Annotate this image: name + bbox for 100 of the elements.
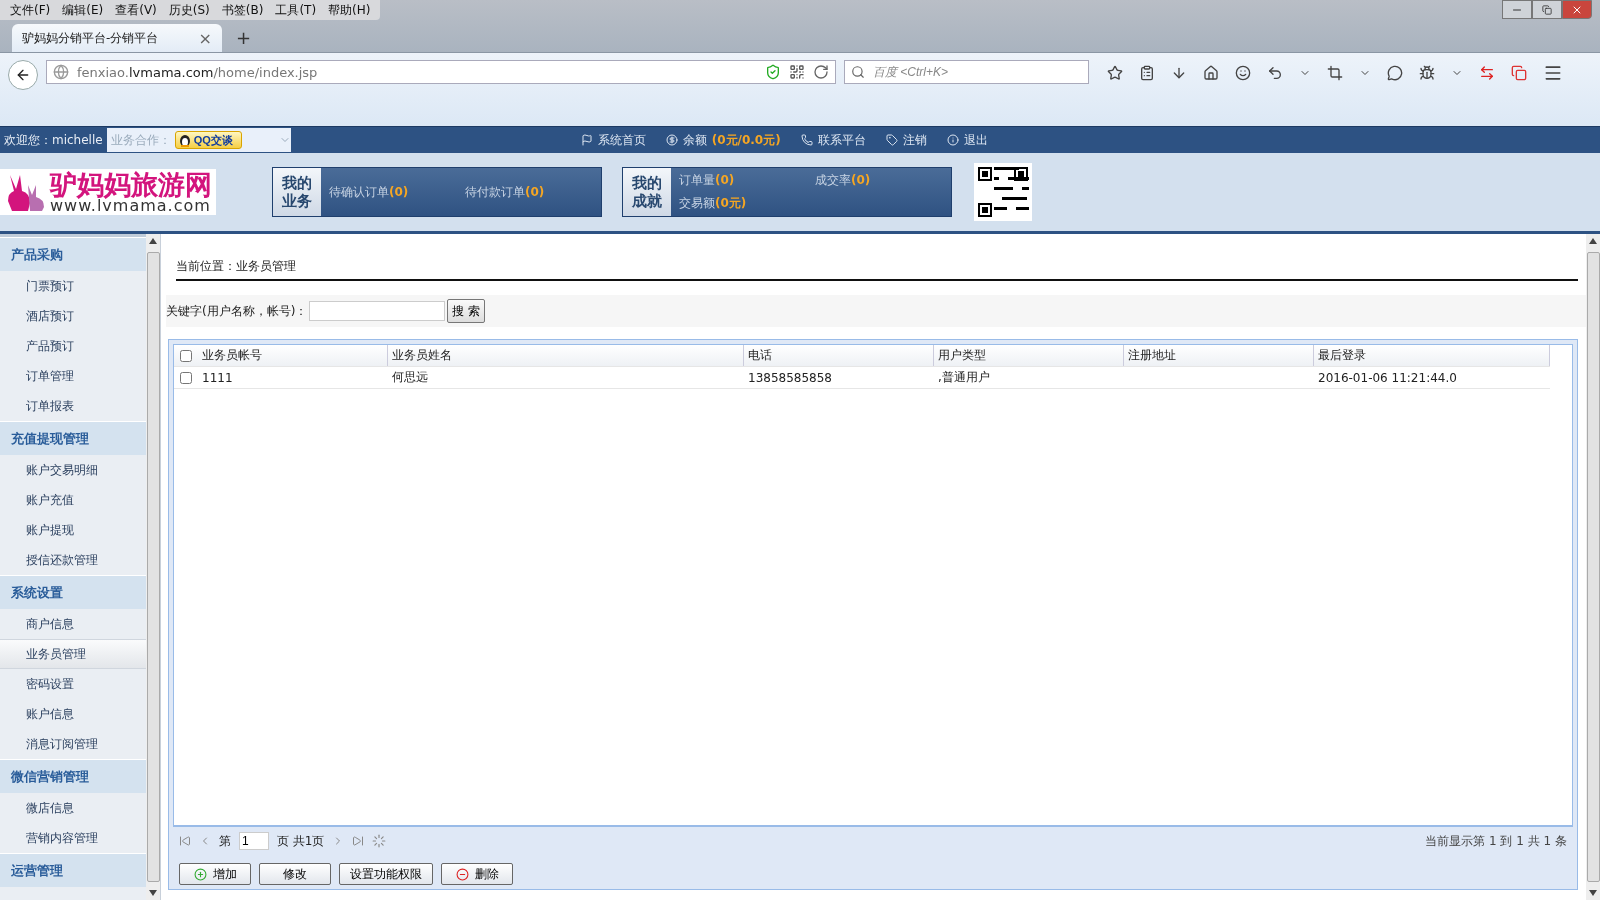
- action-button[interactable]: 修改: [259, 863, 331, 885]
- sidebar-item[interactable]: 商户信息: [0, 609, 146, 639]
- sidebar-item[interactable]: 账户充值: [0, 485, 146, 515]
- search-button[interactable]: 搜 索: [447, 299, 485, 323]
- address-bar[interactable]: fenxiao.lvmama.com/home/index.jsp: [46, 60, 836, 84]
- sidebar-item[interactable]: 订单管理: [0, 361, 146, 391]
- sidebar-group-title[interactable]: 系统设置: [0, 575, 146, 609]
- sidebar-item[interactable]: 账户提现: [0, 515, 146, 545]
- sidebar-item[interactable]: 营销内容管理: [0, 823, 146, 853]
- sidebar-group-title[interactable]: 运营管理: [0, 853, 146, 887]
- keyword-field[interactable]: [309, 301, 446, 321]
- sidebar-item[interactable]: 授信还款管理: [0, 545, 146, 575]
- refresh-icon[interactable]: [372, 834, 387, 848]
- download-icon[interactable]: [1171, 65, 1187, 81]
- menu-item[interactable]: 编辑(E): [58, 0, 108, 20]
- column-header[interactable]: 业务员帐号: [198, 345, 388, 366]
- menu-item[interactable]: 历史(S): [164, 0, 214, 20]
- stat-text[interactable]: 交易额(0元): [679, 195, 815, 212]
- menu-item[interactable]: 查看(V): [111, 0, 161, 20]
- nav-link[interactable]: 联系平台: [800, 131, 866, 149]
- smiley-icon[interactable]: [1235, 65, 1251, 81]
- sidebar-item[interactable]: 业务员管理: [0, 639, 146, 669]
- select-all-checkbox[interactable]: [180, 349, 192, 362]
- scroll-up-icon[interactable]: [149, 238, 157, 244]
- info-icon: [946, 134, 959, 146]
- action-button[interactable]: 设置功能权限: [339, 863, 433, 885]
- stat-text[interactable]: 待付款订单(0): [465, 183, 601, 201]
- browser-tab[interactable]: 驴妈妈分销平台-分销平台 ×: [12, 24, 222, 52]
- column-header[interactable]: 用户类型: [934, 345, 1124, 366]
- chat-bubble-icon[interactable]: [1387, 65, 1403, 81]
- column-header[interactable]: 业务员姓名: [388, 345, 744, 366]
- stat-text[interactable]: 订单量(0): [679, 172, 815, 189]
- menu-item[interactable]: 帮助(H): [324, 0, 375, 20]
- globe-icon: [53, 64, 69, 80]
- home-icon[interactable]: [1203, 65, 1219, 81]
- last-page-icon[interactable]: [352, 835, 365, 847]
- clipboard-icon[interactable]: [1139, 65, 1155, 81]
- column-header[interactable]: 最后登录: [1314, 345, 1550, 366]
- menu-item[interactable]: 文件(F): [6, 0, 55, 20]
- panel-title: 业务: [282, 192, 312, 210]
- sidebar-item[interactable]: 密码设置: [0, 669, 146, 699]
- sidebar-group-title[interactable]: 微信营销管理: [0, 759, 146, 793]
- shield-icon: [765, 64, 781, 80]
- qr-code-icon[interactable]: [789, 64, 805, 80]
- nav-link[interactable]: 余额 (0元/0.0元): [665, 131, 781, 149]
- sidebar-item[interactable]: 酒店预订: [0, 301, 146, 331]
- sidebar-group-title[interactable]: 充值提现管理: [0, 421, 146, 455]
- sidebar-item[interactable]: 订单报表: [0, 391, 146, 421]
- undo-icon[interactable]: [1267, 65, 1283, 81]
- search-field[interactable]: 百度 <Ctrl+K>: [871, 64, 1075, 80]
- menu-item[interactable]: 工具(T): [271, 0, 321, 20]
- table-cell-text: 何思远: [391, 369, 429, 386]
- search-label: 关键字(用户名称，帐号)：: [166, 302, 308, 320]
- first-page-icon[interactable]: [179, 835, 191, 847]
- bug-icon[interactable]: [1419, 65, 1435, 81]
- new-tab-button[interactable]: +: [236, 27, 252, 48]
- scroll-up-icon[interactable]: [1589, 238, 1597, 244]
- scroll-down-icon[interactable]: [149, 890, 157, 896]
- qq-chat-button[interactable]: QQ交谈: [174, 131, 242, 149]
- scrollbar-thumb[interactable]: [1586, 252, 1600, 882]
- tab-close-button[interactable]: ×: [198, 28, 212, 48]
- close-button[interactable]: [1562, 0, 1592, 19]
- sidebar-item[interactable]: 门票预订: [0, 271, 146, 301]
- sidebar-item[interactable]: 账户信息: [0, 699, 146, 729]
- stat-text[interactable]: 待确认订单(0): [329, 183, 465, 201]
- minimize-button[interactable]: [1502, 0, 1532, 19]
- back-button[interactable]: [8, 60, 38, 90]
- sidebar-item[interactable]: 产品预订: [0, 331, 146, 361]
- restore-icon: [1542, 4, 1552, 15]
- menu-icon[interactable]: [1543, 63, 1563, 83]
- restore-button[interactable]: [1532, 0, 1562, 19]
- site-logo[interactable]: 驴妈妈旅游网 www.lvmama.com: [0, 169, 216, 215]
- sidebar-item[interactable]: 消息订阅管理: [0, 729, 146, 759]
- menu-item[interactable]: 书签(B): [217, 0, 268, 20]
- nav-link[interactable]: 系统首页: [580, 131, 646, 149]
- scroll-down-icon[interactable]: [1589, 890, 1597, 896]
- column-header[interactable]: 注册地址: [1124, 345, 1314, 366]
- sidebar-item[interactable]: 账户交易明细: [0, 455, 146, 485]
- search-box[interactable]: 百度 <Ctrl+K>: [844, 60, 1089, 84]
- penguin-icon: [178, 133, 191, 147]
- sidebar-group-title[interactable]: 产品采购: [0, 237, 146, 271]
- action-button[interactable]: 删除: [441, 863, 513, 885]
- table-cell-text: ,普通用户: [937, 369, 991, 386]
- stat-text[interactable]: 成交率(0): [815, 172, 951, 189]
- panel-title: 我的: [632, 174, 662, 192]
- nav-link[interactable]: 注销: [885, 131, 927, 149]
- tag-icon: [885, 134, 898, 146]
- cooperation-dropdown[interactable]: 业务合作： QQ交谈: [106, 128, 291, 152]
- nav-link[interactable]: 退出: [946, 131, 988, 149]
- row-checkbox[interactable]: [180, 371, 192, 384]
- reload-icon[interactable]: [813, 64, 829, 80]
- page-field[interactable]: 1: [239, 832, 269, 850]
- table-cell-text: 2016-01-06 11:21:44.0: [1317, 369, 1458, 387]
- scrollbar-thumb[interactable]: [146, 252, 160, 882]
- sidebar-item[interactable]: 微店信息: [0, 793, 146, 823]
- arrows-icon[interactable]: [1479, 65, 1495, 81]
- action-button[interactable]: 增加: [179, 863, 251, 885]
- crop-icon[interactable]: [1327, 65, 1343, 81]
- bookmark-star-icon[interactable]: [1107, 65, 1123, 81]
- column-header[interactable]: 电话: [744, 345, 934, 366]
